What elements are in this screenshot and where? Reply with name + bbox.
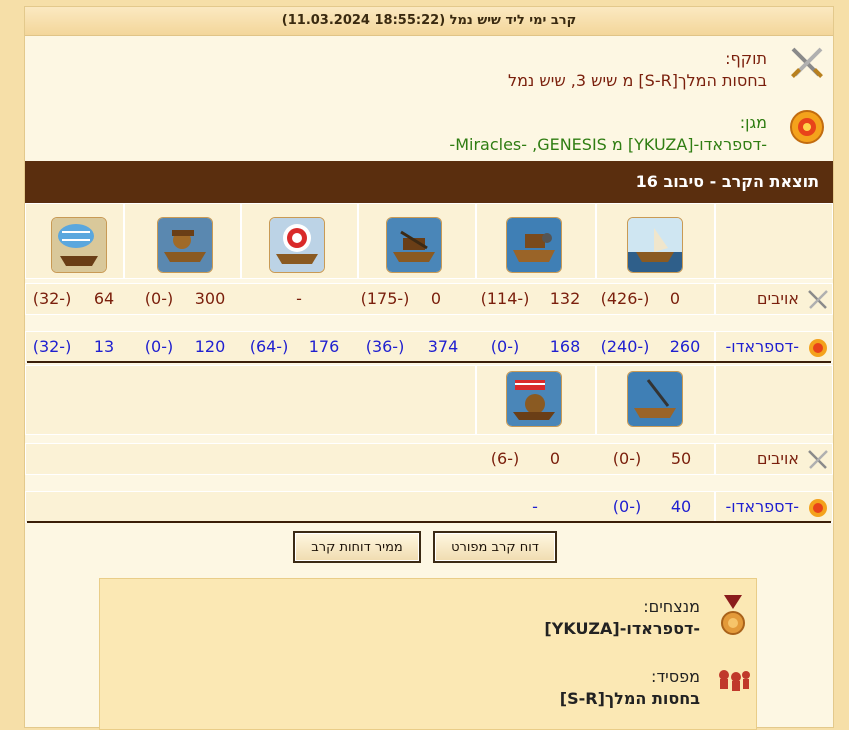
- winners-name[interactable]: -דספראדו-[YKUZA]: [544, 619, 700, 638]
- enemy-loss-3: (-175): [360, 289, 410, 308]
- block-divider-2: [27, 521, 831, 523]
- attacker-section: תוקף: בחסות המלך[S-R] מ שיש 3, שיש נמל: [25, 37, 833, 101]
- def-loss-6: (-32): [32, 337, 72, 356]
- enemy2-val-1: 50: [670, 449, 692, 468]
- row-label-enemies: אויבים: [756, 289, 799, 308]
- def2-loss-1: (-0): [612, 497, 642, 516]
- enemy-loss-6: (-32): [32, 289, 72, 308]
- loser-title: מפסיד:: [651, 667, 700, 686]
- defender-role: מגן:: [739, 113, 767, 132]
- fallen-soldiers-icon: [719, 670, 750, 691]
- def-val-3: 374: [427, 337, 459, 356]
- battle-summary: מנצחים: -דספראדו-[YKUZA] מפסיד: בחסות המ…: [99, 578, 757, 730]
- row-label-defender: -דספראדו-: [725, 337, 799, 356]
- enemy2-val-2: 0: [549, 449, 561, 468]
- shield-icon: [809, 339, 827, 357]
- winners-title: מנצחים:: [643, 597, 700, 616]
- enemy-val-4: -: [296, 289, 302, 308]
- def-loss-2: (-0): [490, 337, 520, 356]
- enemy-val-5: 300: [194, 289, 226, 308]
- def-val-5: 120: [194, 337, 226, 356]
- medal-icon: [721, 595, 745, 635]
- battle-result-bar: תוצאת הקרב - סיבוב 16: [25, 161, 833, 203]
- report-converter-button[interactable]: ממיר דוחות קרב: [293, 531, 421, 563]
- enemy-val-6: 64: [93, 289, 115, 308]
- crossed-swords-icon: [808, 290, 828, 309]
- enemy2-loss-1: (-0): [612, 449, 642, 468]
- ship-balloon-carrier-icon[interactable]: [51, 217, 107, 273]
- report-title: קרב ימי ליד שיש נמל (18:55:22 11.03.2024…: [25, 7, 833, 36]
- shield-icon: [809, 499, 827, 517]
- ship-ram-icon[interactable]: [506, 217, 562, 273]
- attacker-names[interactable]: בחסות המלך[S-R] מ שיש 3, שיש נמל: [508, 71, 767, 90]
- ship-ballista-icon[interactable]: [157, 217, 213, 273]
- enemy2-loss-2: (-6): [490, 449, 520, 468]
- def-loss-5: (-0): [144, 337, 174, 356]
- def2-val-1: 40: [670, 497, 692, 516]
- enemy-loss-5: (-0): [144, 289, 174, 308]
- crossed-swords-icon: [791, 47, 823, 78]
- enemy-loss-1: (-426): [600, 289, 650, 308]
- defender-section: מגן: -דספראדו-[YKUZA] מ Miracles- ,GENES…: [25, 101, 833, 165]
- def-loss-1: (-240): [600, 337, 650, 356]
- def-loss-3: (-36): [365, 337, 405, 356]
- def-val-1: 260: [669, 337, 701, 356]
- def-val-2: 168: [549, 337, 581, 356]
- row-label-enemies-2: אויבים: [756, 449, 799, 468]
- loser-name[interactable]: בחסות המלך[S-R]: [560, 689, 700, 708]
- units-block-1: אויבים 0 (-426) 132 (-114) 0 (-175) - 30…: [25, 203, 833, 363]
- ship-flamethrower-icon[interactable]: [627, 217, 683, 273]
- row-label-defender-2: -דספראדו-: [725, 497, 799, 516]
- detailed-report-button[interactable]: דוח קרב מפורט: [433, 531, 557, 563]
- enemy-val-1: 0: [669, 289, 681, 308]
- ship-catapult-icon[interactable]: [386, 217, 442, 273]
- defender-names[interactable]: -דספראדו-[YKUZA] מ Miracles- ,GENESIS-: [449, 135, 767, 154]
- enemy-loss-2: (-114): [480, 289, 530, 308]
- ship-steam-ram-icon[interactable]: [506, 371, 562, 427]
- attacker-role: תוקף:: [725, 49, 767, 68]
- ship-crane-submarine-icon[interactable]: [627, 371, 683, 427]
- ship-mortar-icon[interactable]: [269, 217, 325, 273]
- shield-icon: [790, 110, 824, 144]
- def2-val-2: -: [532, 497, 538, 516]
- enemy-val-3: 0: [430, 289, 442, 308]
- crossed-swords-icon: [808, 450, 828, 469]
- def-val-4: 176: [308, 337, 340, 356]
- units-block-2: אויבים 50 (-0) 0 (-6) -דספראדו- 40 (-0) …: [25, 365, 833, 525]
- enemy-val-2: 132: [549, 289, 581, 308]
- def-val-6: 13: [93, 337, 115, 356]
- block-divider-1: [27, 361, 831, 363]
- def-loss-4: (-64): [249, 337, 289, 356]
